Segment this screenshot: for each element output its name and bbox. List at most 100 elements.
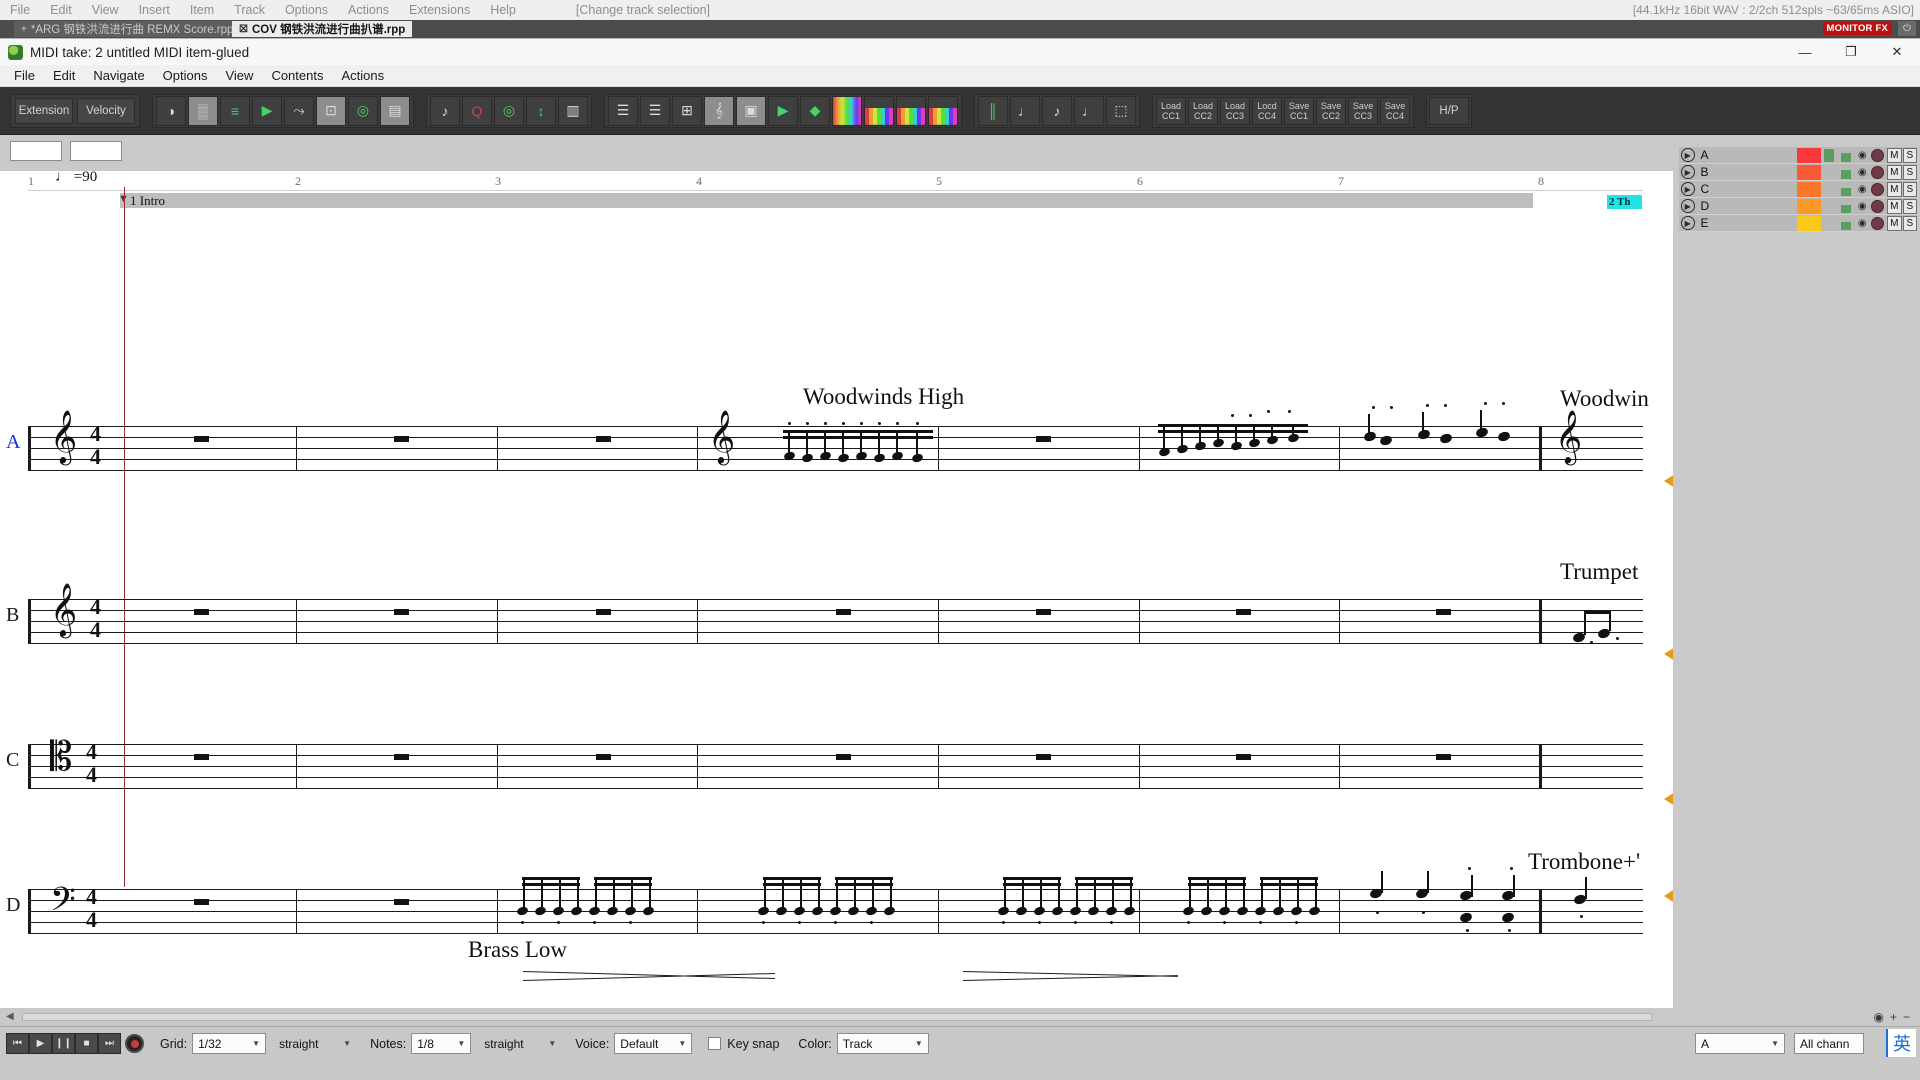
hp-button[interactable]: H/P xyxy=(1429,96,1469,125)
midi-menu-actions[interactable]: Actions xyxy=(332,65,393,87)
notes-select[interactable]: 1/8 ▼ xyxy=(411,1033,472,1054)
record-button[interactable] xyxy=(123,1033,146,1055)
go-to-start-button[interactable]: ⏮ xyxy=(6,1033,29,1054)
quarter-note-icon[interactable]: ♩ xyxy=(1010,95,1040,126)
zoom-in-icon[interactable]: + xyxy=(1890,1010,1897,1024)
mute-button[interactable]: M xyxy=(1887,147,1902,163)
save-cc4-button[interactable]: Save CC4 xyxy=(1380,96,1410,125)
track-fx-indicator[interactable] xyxy=(1838,165,1855,180)
load-cc1-button[interactable]: Load CC1 xyxy=(1156,96,1186,125)
key-snap-checkbox[interactable] xyxy=(708,1037,722,1050)
grid-swing-select[interactable]: straight ▼ xyxy=(274,1033,356,1054)
score-paper[interactable]: 1 2 3 4 5 6 7 8 ♩ =90 ▼ 1 Intro 2 Th xyxy=(0,171,1673,1051)
track-fx-indicator[interactable] xyxy=(1838,182,1855,197)
track-fx-indicator[interactable] xyxy=(1838,199,1855,214)
measure-ruler[interactable]: 1 2 3 4 5 6 7 8 xyxy=(0,171,1673,193)
mute-button[interactable]: M xyxy=(1887,181,1902,197)
load-cc4-button[interactable]: Locd CC4 xyxy=(1252,96,1282,125)
staff-resize-marker[interactable] xyxy=(1664,647,1673,661)
mixer-faders-icon[interactable]: ║ xyxy=(978,95,1008,126)
staff-label-d[interactable]: D xyxy=(6,894,20,917)
save-cc2-button[interactable]: Save CC2 xyxy=(1316,96,1346,125)
reaper-menu-actions[interactable]: Actions xyxy=(338,0,399,20)
quantize-q-icon[interactable]: Q xyxy=(462,95,492,126)
staff-resize-marker[interactable] xyxy=(1664,889,1673,903)
solo-button[interactable]: S xyxy=(1902,181,1918,197)
track-name[interactable]: B xyxy=(1701,165,1797,179)
note-length-icon[interactable]: ♩ xyxy=(1074,95,1104,126)
crescendo-hairpin[interactable] xyxy=(522,971,775,981)
record-arm-icon[interactable] xyxy=(1871,182,1885,196)
midi-export-icon[interactable]: ▥ xyxy=(558,95,588,126)
film-green-icon[interactable]: ▣ xyxy=(736,95,766,126)
track-row-a[interactable]: ▶ A ◉ M S xyxy=(1679,147,1918,164)
play-icon[interactable]: ▶ xyxy=(1681,199,1695,213)
note-updown-icon[interactable]: ↕ xyxy=(526,95,556,126)
reaper-menu-item[interactable]: Item xyxy=(180,0,224,20)
color-pitch-icon[interactable] xyxy=(928,95,958,126)
stop-button[interactable]: ■ xyxy=(75,1033,98,1054)
color-track-icon[interactable] xyxy=(864,95,894,126)
solo-button[interactable]: S xyxy=(1902,215,1918,231)
midi-menu-options[interactable]: Options xyxy=(154,65,217,87)
project-tab-active[interactable]: ☒ COV 钢铁洪流进行曲扒谱.rpp xyxy=(232,21,413,37)
eye-icon[interactable]: ◉ xyxy=(1855,148,1869,163)
mute-button[interactable]: M xyxy=(1887,215,1902,231)
eye-icon[interactable]: ◉ xyxy=(1855,182,1869,197)
velocity-draw-icon[interactable]: ▤ xyxy=(380,95,410,126)
eighth-note-icon[interactable]: ♪ xyxy=(1042,95,1072,126)
color-map-icon[interactable] xyxy=(832,95,862,126)
step-input-icon[interactable]: ▶ xyxy=(252,95,282,126)
quantize-icon[interactable]: ◎ xyxy=(348,95,378,126)
reaper-menu-file[interactable]: File xyxy=(0,0,40,20)
staff-resize-marker[interactable] xyxy=(1664,792,1673,806)
grid-select[interactable]: 1/32 ▼ xyxy=(192,1033,267,1054)
track-select[interactable]: A ▼ xyxy=(1695,1033,1785,1054)
project-tab-inactive[interactable]: + *ARG 钢铁洪流进行曲 REMX Score.rpp xyxy=(14,21,241,37)
event-list-icon[interactable]: ≡ xyxy=(220,95,250,126)
diminuendo-hairpin[interactable] xyxy=(962,971,1178,981)
velocity-button[interactable]: Velocity xyxy=(77,97,135,124)
track-row-d[interactable]: ▶ D ◉ M S xyxy=(1679,198,1918,215)
ime-indicator[interactable]: 英 xyxy=(1886,1029,1916,1057)
power-icon[interactable]: ⏻ xyxy=(1898,21,1916,36)
track-color-swatch[interactable] xyxy=(1796,147,1821,163)
humanize-icon[interactable]: ⤳ xyxy=(284,95,314,126)
film-diamond-icon[interactable]: ◆ xyxy=(800,95,830,126)
view-rows-icon[interactable]: ☰ xyxy=(608,95,638,126)
play-icon[interactable]: ▶ xyxy=(1681,216,1695,230)
marker-lane[interactable] xyxy=(120,193,1533,208)
reaper-menu-help[interactable]: Help xyxy=(480,0,526,20)
track-color-swatch[interactable] xyxy=(1796,198,1821,214)
monitor-fx-button[interactable]: MONITOR FX xyxy=(1822,22,1892,35)
record-arm-icon[interactable] xyxy=(1871,216,1885,230)
mute-button[interactable]: M xyxy=(1887,198,1902,214)
track-row-c[interactable]: ▶ C ◉ M S xyxy=(1679,181,1918,198)
play-icon[interactable]: ▶ xyxy=(1681,182,1695,196)
view-list-icon[interactable]: ☰ xyxy=(640,95,670,126)
score-area[interactable]: 1 2 3 4 5 6 7 8 ♩ =90 ▼ 1 Intro 2 Th xyxy=(0,135,1673,1065)
reaper-menu-options[interactable]: Options xyxy=(275,0,338,20)
film-play-icon[interactable]: ▶ xyxy=(768,95,798,126)
edit-palette-icon[interactable]: ◑ xyxy=(156,95,186,126)
track-fx-indicator[interactable] xyxy=(1838,216,1855,231)
track-color-swatch[interactable] xyxy=(1796,215,1821,231)
scroll-left-icon[interactable]: ◀ xyxy=(6,1011,14,1022)
midi-menu-contents[interactable]: Contents xyxy=(262,65,332,87)
midi-menu-file[interactable]: File xyxy=(5,65,44,87)
staff-label-b[interactable]: B xyxy=(6,604,19,627)
record-arm-icon[interactable] xyxy=(1871,199,1885,213)
zoom-fit-icon[interactable]: ◉ xyxy=(1873,1010,1883,1024)
maximize-button[interactable]: ❐ xyxy=(1828,39,1874,65)
track-name[interactable]: D xyxy=(1701,199,1797,213)
marker-label-2[interactable]: 2 Th xyxy=(1607,195,1642,209)
track-name[interactable]: E xyxy=(1701,216,1797,230)
eye-icon[interactable]: ◉ xyxy=(1855,165,1869,180)
play-icon[interactable]: ▶ xyxy=(1681,148,1695,162)
save-cc3-button[interactable]: Save CC3 xyxy=(1348,96,1378,125)
record-arm-icon[interactable] xyxy=(1871,165,1885,179)
notes-swing-select[interactable]: straight ▼ xyxy=(479,1033,561,1054)
channel-select[interactable]: All chann xyxy=(1794,1033,1864,1054)
selection-box-icon[interactable]: ⬚ xyxy=(1106,95,1136,126)
solo-button[interactable]: S xyxy=(1902,164,1918,180)
